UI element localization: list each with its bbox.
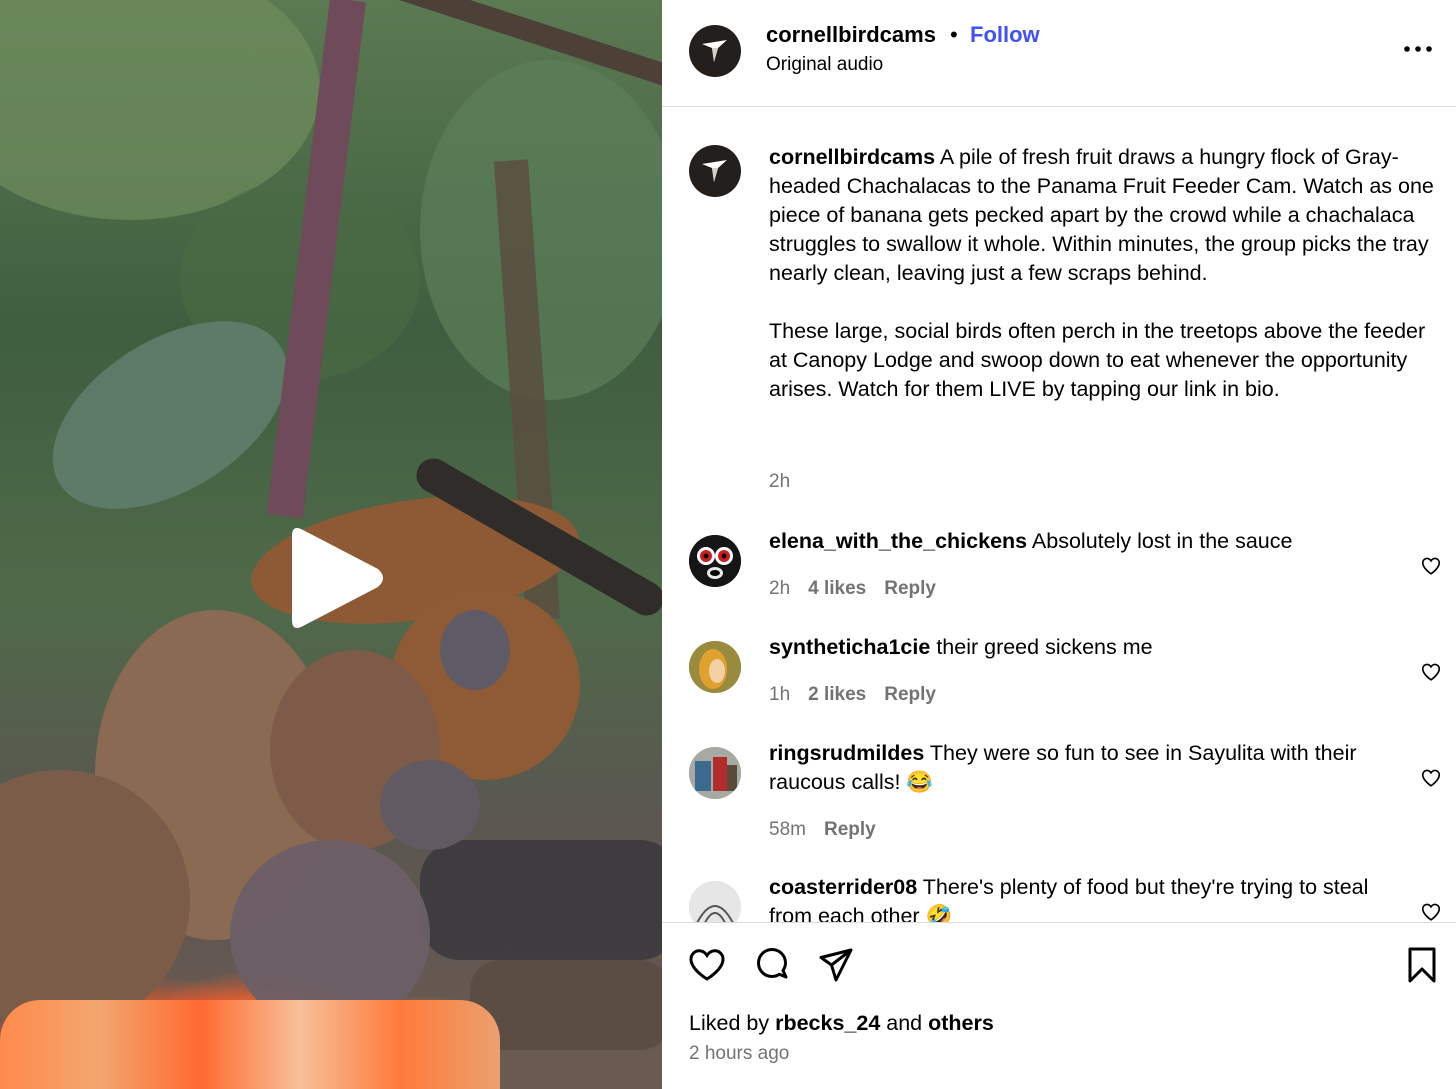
log <box>420 840 662 960</box>
share-icon[interactable] <box>816 945 856 985</box>
comment-body: elena_with_the_chickens Absolutely lost … <box>769 527 1409 556</box>
avatar-photo-icon <box>689 747 741 799</box>
fruit-pile <box>0 1000 500 1089</box>
audio-label[interactable]: Original audio <box>766 54 883 76</box>
avatar[interactable] <box>689 145 741 197</box>
comment-like-heart-icon[interactable] <box>1420 767 1442 789</box>
comment-like-heart-icon[interactable] <box>1420 901 1442 922</box>
video-player[interactable] <box>0 0 662 1089</box>
comment-meta: 2h 4 likes Reply <box>769 578 954 600</box>
more-options-button[interactable] <box>1400 32 1436 60</box>
avatar-photo-icon <box>689 641 741 693</box>
comment-meta: 58m Reply <box>769 819 894 841</box>
comment-username[interactable]: ringsrudmildes <box>769 741 924 765</box>
comment-icon[interactable] <box>752 945 792 985</box>
post-caption: cornellbirdcams A pile of fresh fruit dr… <box>769 143 1445 404</box>
avatar-mask-icon <box>689 535 741 587</box>
bird-logo-icon <box>702 160 727 182</box>
avatar[interactable] <box>689 535 741 587</box>
avatar[interactable] <box>689 747 741 799</box>
liked-by-user[interactable]: rbecks_24 <box>775 1011 880 1035</box>
post-sidebar: cornellbirdcams • Follow Original audio … <box>662 0 1456 1089</box>
reply-button[interactable]: Reply <box>824 819 876 840</box>
caption-username[interactable]: cornellbirdcams <box>769 145 935 169</box>
reply-button[interactable]: Reply <box>884 684 936 705</box>
reply-button[interactable]: Reply <box>884 578 936 599</box>
play-button[interactable] <box>282 522 392 634</box>
comment-username[interactable]: elena_with_the_chickens <box>769 529 1027 553</box>
liked-by-prefix: Liked by <box>689 1011 770 1035</box>
liked-by-and: and <box>886 1011 923 1035</box>
comment-meta: 1h 2 likes Reply <box>769 684 954 706</box>
avatar[interactable] <box>689 881 741 922</box>
comment-text: Absolutely lost in the sauce <box>1031 529 1293 553</box>
action-bar: Liked by rbecks_24 and others 2 hours ag… <box>662 922 1456 1089</box>
liked-by-others[interactable]: others <box>928 1011 994 1035</box>
avatar-photo-icon <box>689 881 741 922</box>
caption-timestamp[interactable]: 2h <box>769 471 790 493</box>
comment-time[interactable]: 1h <box>769 684 790 705</box>
comment-body: syntheticha1cie their greed sickens me <box>769 633 1409 662</box>
comment-username[interactable]: coasterrider08 <box>769 875 917 899</box>
play-icon <box>292 528 383 628</box>
bird-logo-icon <box>702 40 727 62</box>
post-timestamp[interactable]: 2 hours ago <box>689 1043 789 1065</box>
more-horizontal-icon <box>1404 46 1432 52</box>
follow-button[interactable]: Follow <box>970 22 1040 48</box>
liked-by-text: Liked by rbecks_24 and others <box>689 1011 994 1036</box>
comment-time[interactable]: 2h <box>769 578 790 599</box>
comment-like-heart-icon[interactable] <box>1420 661 1442 683</box>
post-header: cornellbirdcams • Follow Original audio <box>662 0 1456 107</box>
comment-body: coasterrider08 There's plenty of food bu… <box>769 873 1409 922</box>
bird-head <box>380 760 480 850</box>
caption-text-2: These large, social birds often perch in… <box>769 319 1426 401</box>
bookmark-icon[interactable] <box>1402 945 1442 985</box>
comment-username[interactable]: syntheticha1cie <box>769 635 930 659</box>
avatar[interactable] <box>689 641 741 693</box>
bird-head <box>440 610 510 690</box>
comments-list[interactable]: cornellbirdcams A pile of fresh fruit dr… <box>662 108 1456 922</box>
comment-like-heart-icon[interactable] <box>1420 555 1442 577</box>
separator-dot: • <box>950 22 958 47</box>
avatar[interactable] <box>689 25 741 77</box>
heart-icon[interactable] <box>687 945 727 985</box>
header-username[interactable]: cornellbirdcams <box>766 22 936 48</box>
comment-likes[interactable]: 2 likes <box>808 684 866 705</box>
comment-time[interactable]: 58m <box>769 819 806 840</box>
comment-likes[interactable]: 4 likes <box>808 578 866 599</box>
comment-text: their greed sickens me <box>936 635 1153 659</box>
comment-body: ringsrudmildes They were so fun to see i… <box>769 739 1409 797</box>
